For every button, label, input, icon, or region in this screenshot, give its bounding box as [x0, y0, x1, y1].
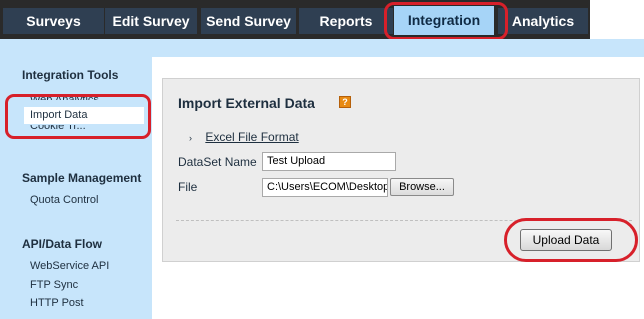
file-path-input[interactable]: C:\Users\ECOM\Desktop [262, 178, 388, 197]
tab-edit-survey[interactable]: Edit Survey [105, 8, 197, 34]
format-link-row: › Excel File Format [189, 130, 299, 144]
sidebar-item-cookie-tracking[interactable]: Cookie Tr... [30, 125, 86, 131]
tab-send-survey[interactable]: Send Survey [201, 8, 296, 34]
help-icon[interactable]: ? [339, 96, 351, 108]
tab-analytics[interactable]: Analytics [498, 8, 588, 34]
sidebar-heading-integration-tools: Integration Tools [22, 68, 119, 82]
sidebar-item-quota-control[interactable]: Quota Control [30, 194, 98, 206]
upload-data-button[interactable]: Upload Data [520, 229, 612, 251]
top-navigation: Surveys Edit Survey Send Survey Reports … [0, 0, 644, 40]
import-panel: Import External Data ? › Excel File Form… [162, 78, 640, 262]
sidebar: Integration Tools Web Analytics Import D… [0, 57, 152, 319]
arrow-right-icon: › [189, 133, 192, 143]
divider [176, 220, 632, 221]
tab-integration[interactable]: Integration [394, 6, 494, 35]
page-title: Import External Data [178, 95, 315, 111]
sidebar-item-import-data[interactable]: Import Data [24, 107, 144, 124]
sidebar-item-http-post[interactable]: HTTP Post [30, 297, 84, 309]
dataset-name-input[interactable]: Test Upload [262, 152, 396, 171]
sidebar-item-webservice-api[interactable]: WebService API [30, 260, 109, 272]
dataset-name-label: DataSet Name [178, 155, 257, 169]
sidebar-heading-sample-management: Sample Management [22, 171, 142, 185]
header-band [0, 39, 644, 57]
excel-file-format-link[interactable]: Excel File Format [205, 130, 298, 144]
browse-button[interactable]: Browse... [390, 178, 454, 196]
sidebar-item-web-analytics[interactable]: Web Analytics [30, 94, 99, 100]
sidebar-item-ftp-sync[interactable]: FTP Sync [30, 279, 78, 291]
file-label: File [178, 180, 198, 194]
sidebar-heading-api-data-flow: API/Data Flow [22, 237, 103, 251]
tab-reports[interactable]: Reports [299, 8, 393, 34]
tab-surveys[interactable]: Surveys [3, 8, 104, 34]
